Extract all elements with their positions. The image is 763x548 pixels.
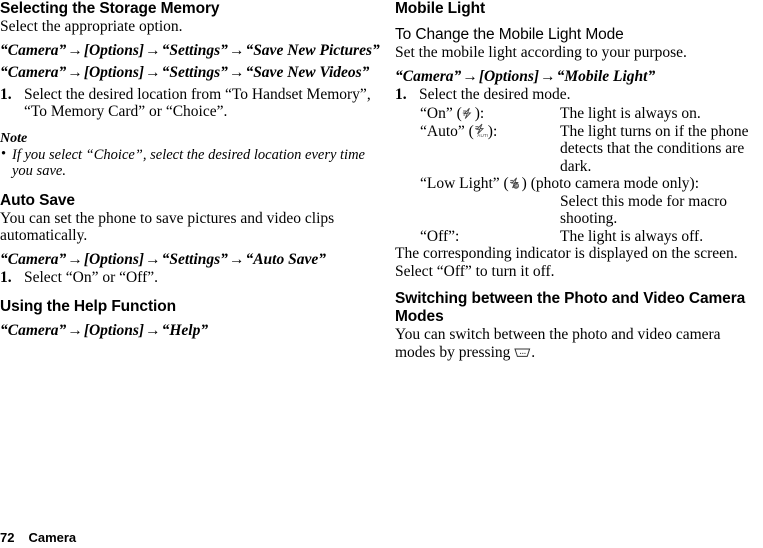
arrow-icon: → [67,63,83,81]
mobile-light-mode-list: “On” ( ): The light is always on. “Auto”… [395,105,763,245]
section-selecting-storage-memory: Selecting the Storage Memory Select the … [0,0,381,192]
mode-term-suffix: ): [487,122,498,140]
arrow-icon: → [228,63,245,81]
flash-auto-icon: AUTO [474,123,488,138]
step-number: 1. [0,85,12,103]
section-mobile-light: Mobile Light To Change the Mobile Light … [395,0,763,290]
arrow-icon: → [145,250,161,268]
navpath-save-new-pictures: “Camera”→[Options]→“Settings”→“Save New … [0,42,381,60]
navpath-mobile-light: “Camera”→[Options]→“Mobile Light” [395,68,763,86]
left-column: Selecting the Storage Memory Select the … [0,0,381,340]
heading-switching-camera-modes: Switching between the Photo and Video Ca… [395,290,746,325]
note-list-item: • If you select “Choice”, select the desi… [0,145,381,180]
navpath-part-camera: “Camera” [0,63,67,81]
arrow-icon: → [462,67,478,85]
navpath-part-options: [Options] [83,63,145,81]
section-switching-camera-modes: Switching between the Photo and Video Ca… [395,290,763,361]
heading-mobile-light: Mobile Light [395,0,486,17]
mode-description-low-light: Select this mode for macro shooting. [560,192,728,228]
step-item: 1. Select “On” or “Off”. [0,269,381,287]
arrow-icon: → [67,322,83,339]
mode-term-prefix: “Off”: [420,227,460,245]
step-text: Select “On” or “Off”. [24,268,158,286]
step-item: 1. Select the desired mode. [395,86,763,104]
mode-term-suffix: ) (photo camera mode only): [521,175,699,192]
navpath-part-camera: “Camera” [395,67,462,85]
navpath-part-options: [Options] [83,322,145,339]
note-block: Note • If you select “Choice”, select the… [0,131,381,180]
footer-chapter-name: Camera [28,530,77,545]
mode-term-suffix: ): [474,105,485,122]
navpath-save-new-videos: “Camera”→[Options]→“Settings”→“Save New … [0,64,381,82]
heading-using-help-function: Using the Help Function [0,298,176,315]
navpath-part-camera: “Camera” [0,322,67,339]
navpath-part-mobile-light: “Mobile Light” [556,67,656,85]
mode-description-off: The light is always off. [560,227,704,245]
right-column: Mobile Light To Change the Mobile Light … [395,0,763,361]
switching-text-before-icon: You can switch between the photo and vid… [395,326,721,361]
soft-key-icon [514,347,531,359]
mode-row-auto: “Auto” ( AUTO ): The light turns on if t… [395,123,763,176]
note-title: Note [0,130,28,146]
navpath-part-settings: “Settings” [161,63,228,81]
navpath-part-options: [Options] [478,67,540,85]
navpath-part-help: “Help” [161,322,209,339]
mode-term-prefix: “Auto” ( [420,122,474,140]
navpath-part-settings: “Settings” [161,250,228,268]
navpath-help: “Camera”→[Options]→“Help” [0,322,381,340]
arrow-icon: → [228,41,245,59]
mode-term-prefix: “Low Light” ( [420,175,509,192]
mode-term-on: “On” ( ): [420,105,484,123]
svg-text:AUTO: AUTO [477,133,488,138]
navpath-part-auto-save: “Auto Save” [245,250,326,268]
note-text: If you select “Choice”, select the desir… [12,146,365,180]
arrow-icon: → [145,63,161,81]
navpath-part-options: [Options] [83,41,145,59]
section-auto-save: Auto Save You can set the phone to save … [0,192,381,299]
step-text: Select the desired mode. [419,85,571,103]
flash-on-icon [462,107,475,120]
mode-term-low-light: “Low Light” ( ) (photo camera mode only)… [395,175,763,193]
mode-description-on: The light is always on. [560,105,701,122]
mode-description-auto: The light turns on if the phone detects … [560,122,749,175]
arrow-icon: → [540,67,556,85]
mobile-light-intro-text: Set the mobile light according to your p… [395,44,687,61]
switching-modes-text: You can switch between the photo and vid… [395,326,763,361]
section-using-help-function: Using the Help Function “Camera”→[Option… [0,298,381,340]
arrow-icon: → [67,250,83,268]
arrow-icon: → [145,41,161,59]
arrow-icon: → [228,250,245,268]
auto-save-intro-text: You can set the phone to save pictures a… [0,209,335,245]
navpath-part-camera: “Camera” [0,250,67,268]
mode-row-off: “Off”: The light is always off. [395,228,763,246]
bullet-icon: • [1,145,7,162]
mobile-light-closing-text: The corresponding indicator is displayed… [395,245,738,280]
page-footer: 72 Camera [0,530,76,545]
step-number: 1. [0,268,12,286]
mode-row-on: “On” ( ): The light is always on. [395,105,763,123]
step-text: Select the desired location from “To Han… [24,85,371,121]
flash-low-light-icon [509,177,522,190]
navpath-part-options: [Options] [83,250,145,268]
step-item: 1. Select the desired location from “To H… [0,86,381,121]
mode-term-auto: “Auto” ( AUTO ): [420,123,497,141]
manual-page: Selecting the Storage Memory Select the … [0,0,763,548]
navpath-part-save-new-videos: “Save New Videos” [245,63,370,81]
navpath-part-camera: “Camera” [0,41,67,59]
storage-intro-text: Select the appropriate option. [0,18,183,35]
subheading-change-mobile-light-mode: To Change the Mobile Light Mode [395,26,624,43]
heading-auto-save: Auto Save [0,191,75,209]
heading-selecting-storage-memory: Selecting the Storage Memory [0,0,220,17]
mode-term-off: “Off”: [420,228,459,246]
navpath-auto-save: “Camera”→[Options]→“Settings”→“Auto Save… [0,251,381,269]
mode-row-low-light: “Low Light” ( ) (photo camera mode only)… [395,175,763,228]
footer-page-number: 72 [0,530,15,545]
step-number: 1. [395,85,407,103]
navpath-part-settings: “Settings” [161,41,228,59]
navpath-part-save-new-pictures: “Save New Pictures” [245,41,380,59]
arrow-icon: → [67,41,83,59]
switching-text-after-icon: . [531,343,536,361]
mode-term-prefix: “On” ( [420,105,462,122]
arrow-icon: → [145,322,161,339]
